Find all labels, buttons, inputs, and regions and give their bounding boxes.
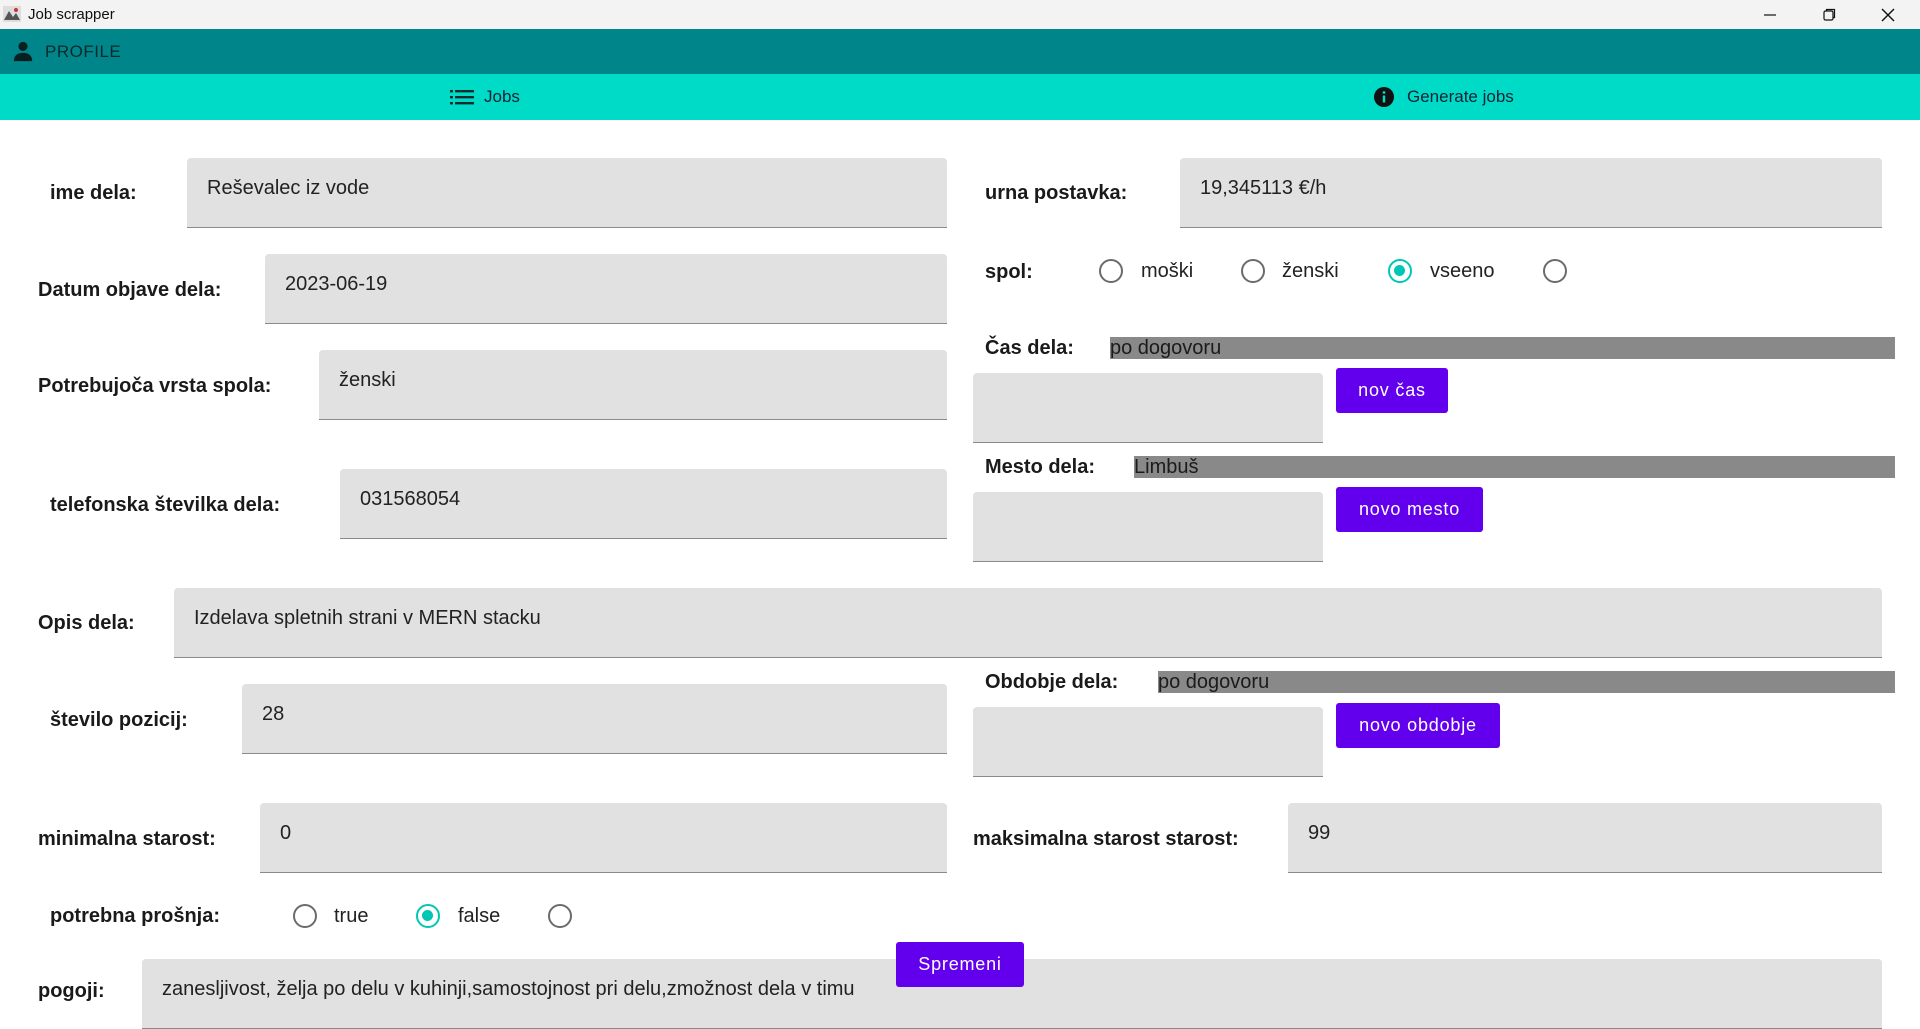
app-icon (3, 6, 21, 22)
pozicije-input[interactable]: 28 (242, 684, 947, 754)
tab-bar: Jobs Generate jobs (0, 74, 1920, 120)
obdobje-value: po dogovoru (1158, 671, 1270, 693)
min-starost-value: 0 (280, 822, 292, 844)
datum-value: 2023-06-19 (285, 273, 388, 295)
spol-option-zenski-label: ženski (1282, 260, 1339, 282)
tab-jobs-label: Jobs (484, 87, 520, 106)
min-starost-input[interactable]: 0 (260, 803, 947, 873)
window-title: Job scrapper (28, 6, 115, 23)
minimize-icon (1764, 13, 1776, 16)
novo-obdobje-button[interactable]: novo obdobje (1336, 703, 1500, 748)
datum-input[interactable]: 2023-06-19 (265, 254, 947, 324)
obdobje-label: Obdobje dela: (985, 671, 1119, 693)
pozicije-label: število pozicij: (50, 709, 188, 731)
telefon-value: 031568054 (360, 488, 461, 510)
spol-label: spol: (985, 261, 1033, 283)
obdobje-input[interactable] (973, 707, 1323, 777)
cas-label: Čas dela: (985, 337, 1074, 359)
mesto-label: Mesto dela: (985, 456, 1096, 478)
prosnja-radio-false[interactable] (416, 904, 440, 928)
max-starost-input[interactable]: 99 (1288, 803, 1882, 873)
obdobje-current: po dogovoru (1158, 671, 1895, 693)
cas-current: po dogovoru (1110, 337, 1895, 359)
list-icon (450, 90, 474, 105)
prosnja-label: potrebna prošnja: (50, 905, 221, 927)
cas-value: po dogovoru (1110, 337, 1222, 359)
window-titlebar: Job scrapper (0, 0, 1920, 29)
telefon-input[interactable]: 031568054 (340, 469, 947, 539)
ime-dela-label: ime dela: (50, 182, 137, 204)
ime-dela-input[interactable]: Reševalec iz vode (187, 158, 947, 228)
datum-label: Datum objave dela: (38, 279, 222, 301)
info-icon (1374, 87, 1394, 107)
spol-radio-vseeno[interactable] (1388, 259, 1412, 283)
tab-generate-jobs[interactable]: Generate jobs (1373, 74, 1514, 120)
spol-option-moski-label: moški (1141, 260, 1194, 282)
urna-input[interactable]: 19,345113 €/h (1180, 158, 1882, 228)
opis-input[interactable]: Izdelava spletnih strani v MERN stacku (174, 588, 1882, 658)
spol-vrsta-label: Potrebujoča vrsta spola: (38, 375, 272, 397)
mesto-value: Limbuš (1134, 456, 1199, 478)
ime-dela-value: Reševalec iz vode (207, 177, 370, 199)
max-starost-label: maksimalna starost starost: (973, 828, 1239, 850)
mesto-current: Limbuš (1134, 456, 1895, 478)
restore-icon (1822, 8, 1835, 21)
prosnja-option-true-label: true (334, 905, 369, 927)
prosnja-option-false-label: false (458, 905, 501, 927)
urna-label: urna postavka: (985, 182, 1128, 204)
mesto-input[interactable] (973, 492, 1323, 562)
restore-button[interactable] (1800, 0, 1858, 29)
min-starost-label: minimalna starost: (38, 828, 216, 850)
profile-bar[interactable]: PROFILE (0, 29, 1920, 74)
minimize-button[interactable] (1741, 0, 1799, 29)
max-starost-value: 99 (1308, 822, 1331, 844)
prosnja-radio-empty[interactable] (548, 904, 572, 928)
pogoji-value: zanesljivost, želja po delu v kuhinji,sa… (162, 978, 855, 1000)
telefon-label: telefonska številka dela: (50, 494, 281, 516)
opis-value: Izdelava spletnih strani v MERN stacku (194, 607, 541, 629)
spol-radio-moski[interactable] (1099, 259, 1123, 283)
opis-label: Opis dela: (38, 612, 135, 634)
spremeni-button[interactable]: Spremeni (896, 942, 1024, 987)
cas-input[interactable] (973, 373, 1323, 443)
close-button[interactable] (1859, 0, 1917, 29)
urna-value: 19,345113 €/h (1200, 177, 1327, 199)
tab-jobs[interactable]: Jobs (450, 74, 520, 120)
spol-radio-zenski[interactable] (1241, 259, 1265, 283)
pozicije-value: 28 (262, 703, 285, 725)
profile-label: PROFILE (45, 42, 122, 61)
close-icon (1881, 8, 1895, 21)
prosnja-radio-true[interactable] (293, 904, 317, 928)
spol-vrsta-value: ženski (339, 369, 396, 391)
spol-radio-empty[interactable] (1543, 259, 1567, 283)
spol-option-vseeno-label: vseeno (1430, 260, 1495, 282)
person-icon (13, 41, 33, 62)
novo-mesto-button[interactable]: novo mesto (1336, 487, 1483, 532)
spol-vrsta-input[interactable]: ženski (319, 350, 947, 420)
tab-generate-jobs-label: Generate jobs (1407, 87, 1514, 106)
nov-cas-button[interactable]: nov čas (1336, 368, 1448, 413)
